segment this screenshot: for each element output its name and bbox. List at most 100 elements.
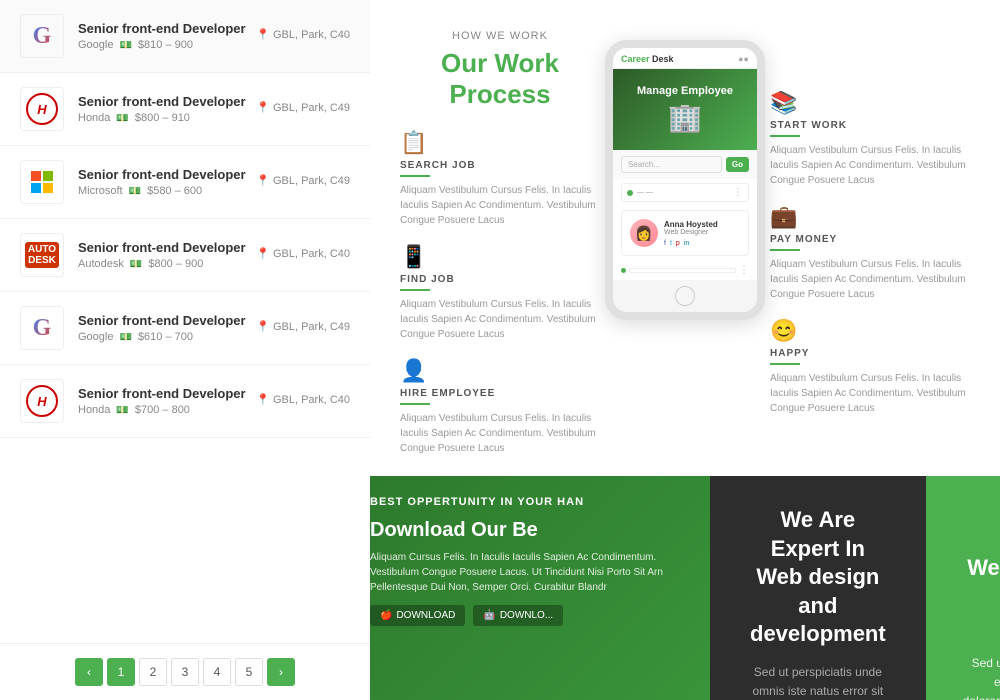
location-icon: 📍 — [256, 248, 270, 260]
location-icon: 📍 — [256, 321, 270, 333]
phone-card: 👩 Anna Hoysted Web Designer f t p in — [621, 210, 749, 256]
options-icon-2[interactable]: ⋮ — [739, 265, 749, 276]
download-btn-2[interactable]: 🤖 DOWNLO... — [473, 605, 563, 626]
location-icon: 📍 — [256, 394, 270, 406]
job-item[interactable]: Senior front-end Developer Microsoft 💵 $… — [0, 146, 370, 219]
process-step: 📋 SEARCH JOB Aliquam Vestibulum Cursus F… — [400, 130, 600, 228]
pin-icon[interactable]: p — [676, 240, 680, 247]
location-icon: 📍 — [256, 29, 270, 41]
job-logo — [20, 160, 64, 204]
phone-go-btn[interactable]: Go — [726, 157, 749, 172]
salary: $810 – 900 — [138, 39, 193, 51]
job-company: Autodesk 💵 $800 – 900 — [78, 258, 256, 270]
job-meta: 📍 GBL, Park, C49 — [256, 101, 350, 117]
step-underline — [400, 175, 430, 177]
apple-icon: 🍎 — [380, 610, 392, 621]
job-title: Senior front-end Developer — [78, 21, 256, 36]
download-subtitle: BEST OPPERTUNITY IN YOUR HAN — [370, 496, 690, 508]
step-label: SEARCH JOB — [400, 160, 600, 171]
left-panel: G Senior front-end Developer Google 💵 $8… — [0, 0, 370, 700]
salary: $800 – 900 — [148, 258, 203, 270]
phone-hero: Manage Employee 🏢 — [613, 69, 757, 150]
step-label: FIND JOB — [400, 274, 600, 285]
job-info: Senior front-end Developer Honda 💵 $800 … — [78, 94, 256, 124]
next-page-btn[interactable]: › — [267, 658, 295, 686]
phone-search-box[interactable]: Search... — [621, 156, 722, 173]
job-meta: 📍 GBL, Park, C49 — [256, 320, 350, 336]
salary-icon: 💵 — [119, 40, 131, 51]
process-subtitle: HOW WE WORK — [400, 30, 600, 42]
join-desc: Sed ut perspiciatis unde omnis iste natu… — [961, 654, 1000, 700]
download-desc: Aliquam Cursus Felis. In Iaculis Iaculis… — [370, 550, 690, 595]
status-dot — [627, 190, 633, 196]
right-panel: HOW WE WORK Our Work Process 📋 SEARCH JO… — [370, 0, 1000, 700]
job-company: Google 💵 $610 – 700 — [78, 331, 256, 343]
job-item[interactable]: AUTODESK Senior front-end Developer Auto… — [0, 219, 370, 292]
page-btn-1[interactable]: 1 — [107, 658, 135, 686]
process-step-right: 📚 START WORK Aliquam Vestibulum Cursus F… — [770, 90, 970, 188]
process-step: 📱 FIND JOB Aliquam Vestibulum Cursus Fel… — [400, 244, 600, 342]
main-container: G Senior front-end Developer Google 💵 $8… — [0, 0, 1000, 700]
join-section: We Are Expert In Web design and developm… — [926, 476, 1000, 700]
tw-icon[interactable]: t — [670, 240, 672, 247]
salary-icon: 💵 — [119, 332, 131, 343]
work-process-section: HOW WE WORK Our Work Process 📋 SEARCH JO… — [370, 0, 1000, 476]
step-desc: Aliquam Vestibulum Cursus Felis. In Iacu… — [400, 183, 600, 228]
step-icon: 📋 — [400, 130, 600, 156]
job-company: Honda 💵 $700 – 800 — [78, 404, 256, 416]
salary-icon: 💵 — [129, 186, 141, 197]
job-item[interactable]: H Senior front-end Developer Honda 💵 $70… — [0, 365, 370, 438]
download-btn-1[interactable]: 🍎 DOWNLOAD — [370, 605, 465, 626]
job-location: 📍 GBL, Park, C49 — [256, 320, 350, 333]
download-buttons: 🍎 DOWNLOAD 🤖 DOWNLO... — [370, 605, 690, 626]
phone-hero-text: Manage Employee — [623, 85, 747, 97]
company-name: Honda — [78, 112, 110, 124]
step-icon: 💼 — [770, 204, 970, 230]
in-icon[interactable]: in — [684, 240, 689, 247]
page-btn-2[interactable]: 2 — [139, 658, 167, 686]
job-location: 📍 GBL, Park, C40 — [256, 393, 350, 406]
options-icon[interactable]: ⋮ — [733, 187, 743, 198]
job-info: Senior front-end Developer Honda 💵 $700 … — [78, 386, 256, 416]
company-name: Honda — [78, 404, 110, 416]
job-logo: H — [20, 87, 64, 131]
job-company: Honda 💵 $800 – 910 — [78, 112, 256, 124]
process-steps-right: 📚 START WORK Aliquam Vestibulum Cursus F… — [770, 30, 970, 456]
download-title: Download Our Be — [370, 518, 690, 542]
job-item[interactable]: H Senior front-end Developer Honda 💵 $80… — [0, 73, 370, 146]
process-step-right: 😊 HAPPY Aliquam Vestibulum Cursus Felis.… — [770, 318, 970, 416]
phone-signal: ●● — [738, 54, 749, 64]
fb-icon[interactable]: f — [664, 240, 666, 247]
job-item[interactable]: G Senior front-end Developer Google 💵 $8… — [0, 0, 370, 73]
page-btn-3[interactable]: 3 — [171, 658, 199, 686]
salary: $800 – 910 — [135, 112, 190, 124]
step-underline — [770, 249, 800, 251]
step-underline — [770, 363, 800, 365]
page-btn-4[interactable]: 4 — [203, 658, 231, 686]
android-icon: 🤖 — [483, 610, 495, 621]
job-item[interactable]: G Senior front-end Developer Google 💵 $6… — [0, 292, 370, 365]
job-logo: AUTODESK — [20, 233, 64, 277]
list-placeholder: — — — [637, 189, 729, 196]
progress-bar — [629, 268, 736, 273]
step-desc: Aliquam Vestibulum Cursus Felis. In Iacu… — [770, 143, 970, 188]
job-logo: H — [20, 379, 64, 423]
step-icon: 📚 — [770, 90, 970, 116]
job-meta: 📍 GBL, Park, C49 — [256, 174, 350, 190]
salary-icon: 💵 — [130, 259, 142, 270]
salary: $610 – 700 — [138, 331, 193, 343]
phone-card-info: Anna Hoysted Web Designer f t p in — [664, 220, 740, 247]
step-desc: Aliquam Vestibulum Cursus Felis. In Iacu… — [400, 411, 600, 456]
job-info: Senior front-end Developer Autodesk 💵 $8… — [78, 240, 256, 270]
phone-top-bar: Career Desk ●● — [613, 48, 757, 69]
job-title: Senior front-end Developer — [78, 240, 256, 255]
phone-bottom-row: ⋮ — [613, 262, 757, 280]
salary-icon: 💵 — [116, 405, 128, 416]
page-btn-5[interactable]: 5 — [235, 658, 263, 686]
prev-page-btn[interactable]: ‹ — [75, 658, 103, 686]
company-name: Google — [78, 331, 113, 343]
process-left: HOW WE WORK Our Work Process 📋 SEARCH JO… — [400, 30, 600, 456]
step-label: START WORK — [770, 120, 970, 131]
step-icon: 📱 — [400, 244, 600, 270]
phone-home-btn[interactable] — [675, 286, 695, 306]
